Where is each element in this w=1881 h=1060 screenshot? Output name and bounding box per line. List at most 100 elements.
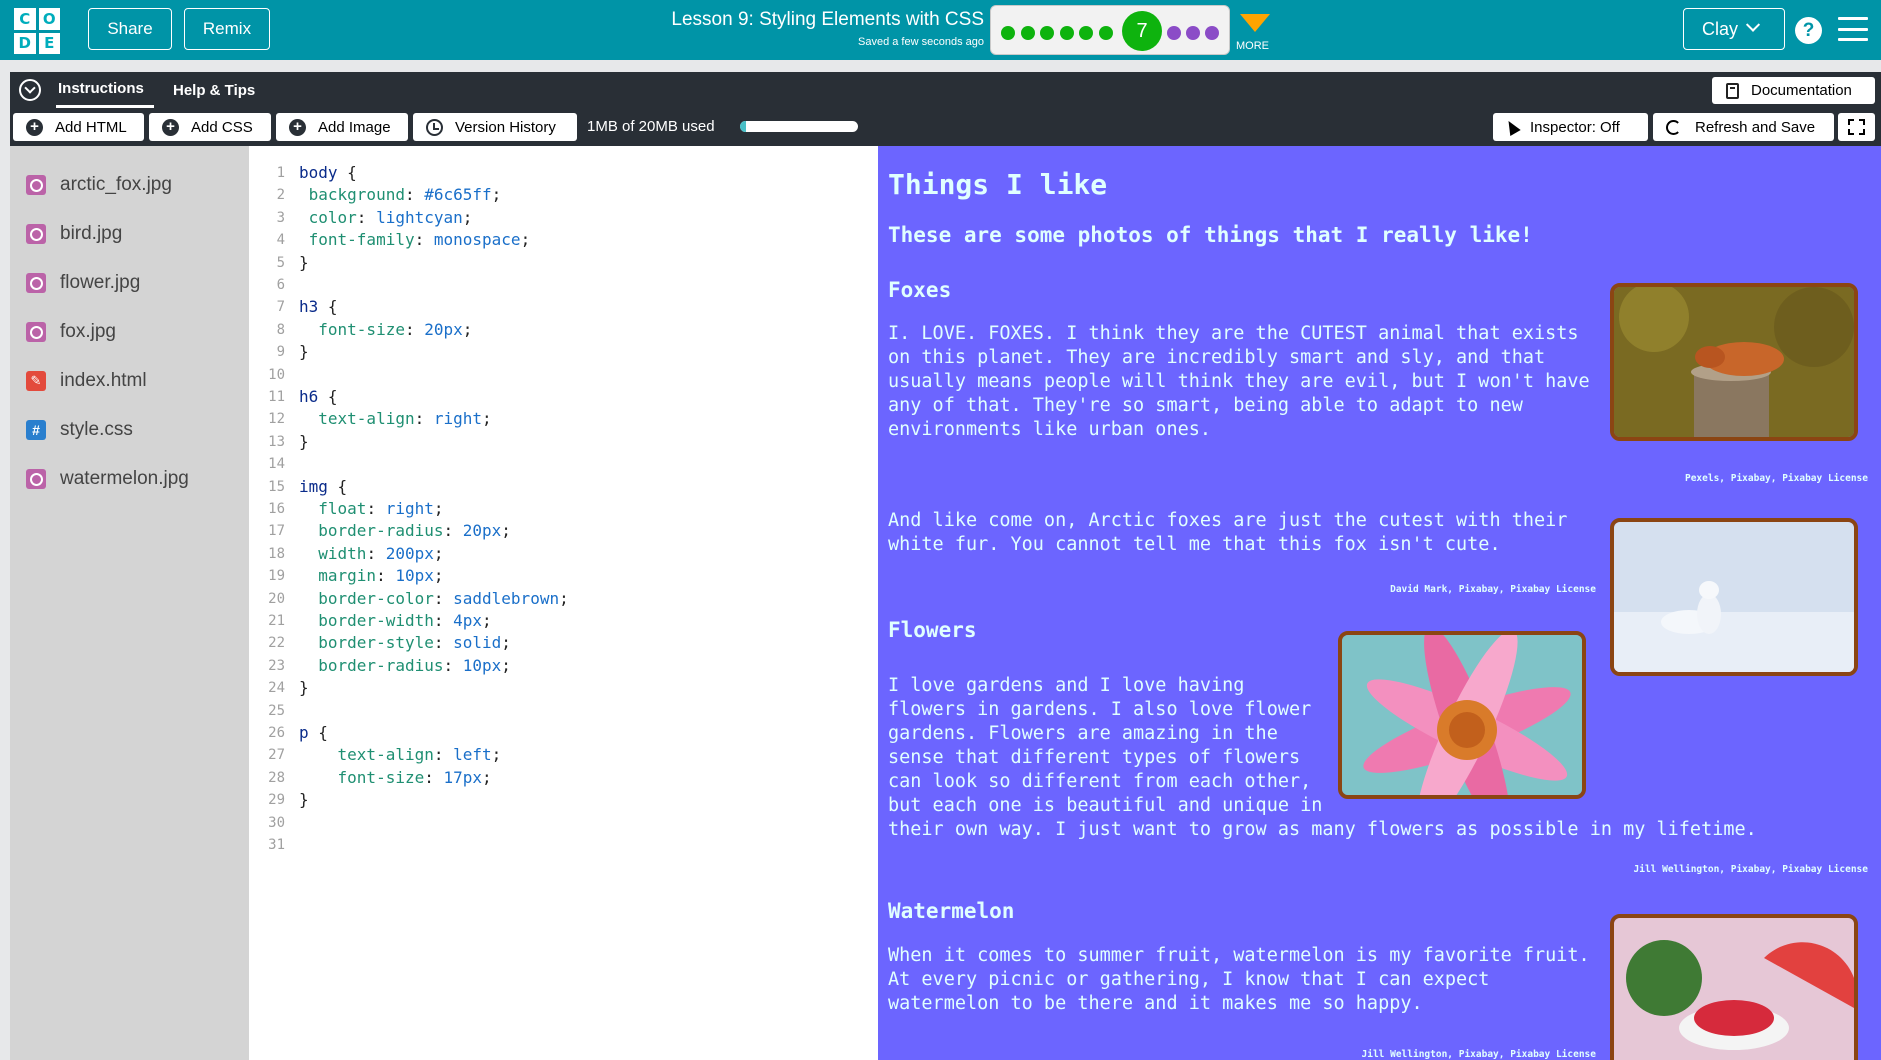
level-dot-upcoming[interactable] — [1205, 26, 1219, 40]
tab-instructions[interactable]: Instructions — [56, 72, 154, 108]
code-line[interactable]: 31 — [249, 834, 878, 856]
code-line[interactable]: 23 border-radius: 10px; — [249, 655, 878, 677]
chevron-down-icon — [1745, 17, 1761, 32]
refresh-and-save-button[interactable]: Refresh and Save — [1653, 113, 1834, 141]
code-line[interactable]: 24} — [249, 677, 878, 699]
tab-help-tips[interactable]: Help & Tips — [173, 72, 255, 108]
code-line[interactable]: 1 body { — [249, 162, 878, 184]
code-text: margin: 10px; — [299, 566, 444, 586]
clock-icon — [426, 118, 443, 136]
code-line[interactable]: 8 font-size: 20px; — [249, 319, 878, 341]
code-line[interactable]: 25 — [249, 700, 878, 722]
fullscreen-expand-icon[interactable] — [1838, 113, 1875, 141]
css-file-icon: # — [26, 420, 46, 440]
code-line[interactable]: 11 h6 { — [249, 386, 878, 408]
file-item[interactable]: bird.jpg — [26, 220, 122, 248]
instructions-bar: Instructions Help & Tips Documentation — [10, 72, 1881, 108]
code-line[interactable]: 18 width: 200px; — [249, 543, 878, 565]
code-text: } — [299, 252, 309, 272]
image-file-icon — [26, 322, 46, 342]
add-css-button[interactable]: + Add CSS — [149, 113, 271, 141]
level-dot-completed[interactable] — [1001, 26, 1015, 40]
code-line[interactable]: 28 font-size: 17px; — [249, 767, 878, 789]
documentation-button[interactable]: Documentation — [1712, 77, 1875, 104]
code-org-logo[interactable]: C O D E — [14, 8, 60, 54]
code-text: p { — [299, 723, 328, 742]
code-line[interactable]: 12 text-align: right; — [249, 408, 878, 430]
fox-image — [1610, 283, 1858, 441]
version-history-button[interactable]: Version History — [413, 113, 577, 141]
image-file-icon — [26, 273, 46, 293]
collapse-instructions-icon[interactable] — [19, 79, 41, 101]
hamburger-menu-icon[interactable] — [1838, 17, 1868, 41]
code-line[interactable]: 7 h3 { — [249, 296, 878, 318]
line-number: 17 — [268, 523, 285, 540]
code-line[interactable]: 16 float: right; — [249, 498, 878, 520]
code-line[interactable]: 5} — [249, 252, 878, 274]
code-line[interactable]: 29} — [249, 789, 878, 811]
share-button[interactable]: Share — [88, 8, 172, 50]
level-dot-completed[interactable] — [1020, 26, 1035, 40]
code-line[interactable]: 22 border-style: solid; — [249, 632, 878, 654]
code-text: float: right; — [299, 499, 444, 518]
file-item[interactable]: # style.css — [26, 416, 133, 444]
code-line[interactable]: 19 margin: 10px; — [249, 565, 878, 587]
editor-toolbar: + Add HTML + Add CSS + Add Image Version… — [10, 108, 1881, 146]
more-label[interactable]: MORE — [1236, 40, 1269, 52]
code-text: width: 200px; — [299, 543, 444, 563]
code-line[interactable]: 14 — [249, 453, 878, 475]
code-line[interactable]: 17 border-radius: 20px; — [249, 520, 878, 542]
preview-page-title: Things I like — [888, 168, 1108, 201]
css-code-editor[interactable]: 1 body {2 background: #6c65ff; 3 color: li… — [249, 146, 878, 1060]
line-number: 13 — [268, 433, 285, 450]
add-html-button[interactable]: + Add HTML — [13, 113, 144, 141]
user-menu-button[interactable]: Clay — [1683, 8, 1785, 50]
line-number: 5 — [276, 254, 285, 271]
line-number: 23 — [268, 657, 285, 674]
code-line[interactable]: 21 border-width: 4px; — [249, 610, 878, 632]
inspector-toggle-button[interactable]: Inspector: Off — [1493, 113, 1648, 141]
current-level-bubble[interactable]: 7 — [1122, 11, 1162, 51]
code-line[interactable]: 9} — [249, 341, 878, 363]
code-text: } — [299, 790, 309, 810]
file-item[interactable]: flower.jpg — [26, 269, 140, 297]
more-arrow-icon[interactable] — [1240, 14, 1270, 32]
file-item[interactable]: watermelon.jpg — [26, 465, 189, 493]
code-line[interactable]: 4 font-family: monospace; — [249, 229, 878, 251]
file-item[interactable]: arctic_fox.jpg — [26, 171, 172, 199]
code-line[interactable]: 26 p { — [249, 722, 878, 744]
code-line[interactable]: 10 — [249, 364, 878, 386]
code-line[interactable]: 20 border-color: saddlebrown; — [249, 588, 878, 610]
help-icon[interactable]: ? — [1795, 17, 1822, 44]
level-dot-upcoming[interactable] — [1167, 26, 1181, 40]
code-text: font-size: 17px; — [299, 767, 492, 787]
code-line[interactable]: 6 — [249, 274, 878, 296]
lesson-title[interactable]: Lesson 9: Styling Elements with CSS — [600, 9, 984, 31]
code-text: background: #6c65ff; — [299, 185, 502, 205]
level-dot-completed[interactable] — [1059, 26, 1074, 40]
code-text: h3 { — [299, 297, 338, 317]
logo-letter: C — [14, 8, 36, 30]
add-image-button[interactable]: + Add Image — [276, 113, 408, 141]
code-line[interactable]: 27 text-align: left; — [249, 744, 878, 766]
code-line[interactable]: 3 color: lightcyan; — [249, 207, 878, 229]
code-line[interactable]: 2 background: #6c65ff; — [249, 184, 878, 206]
flowers-heading: Flowers — [888, 618, 977, 642]
code-text: border-radius: 10px; — [299, 655, 511, 675]
watermelon-image-credit: Jill Wellington, Pixabay, Pixabay Licens… — [1361, 1049, 1597, 1060]
level-dot-completed[interactable] — [1098, 26, 1113, 40]
level-dot-completed[interactable] — [1040, 26, 1054, 40]
code-line[interactable]: 13} — [249, 431, 878, 453]
file-item[interactable]: fox.jpg — [26, 318, 116, 346]
line-number: 25 — [268, 702, 285, 719]
code-line[interactable]: 15 img { — [249, 476, 878, 498]
file-browser: arctic_fox.jpg bird.jpg flower.jpg fox.jpg ✎… — [10, 146, 249, 1060]
code-line[interactable]: 30 — [249, 812, 878, 834]
level-dot-completed[interactable] — [1079, 26, 1093, 40]
file-item[interactable]: ✎ index.html — [26, 367, 147, 395]
code-text: text-align: right; — [299, 409, 492, 429]
remix-button[interactable]: Remix — [184, 8, 270, 50]
level-dot-upcoming[interactable] — [1186, 26, 1200, 40]
preview-intro-heading: These are some photos of things that I r… — [888, 223, 1533, 247]
storage-usage-bar — [740, 121, 858, 132]
